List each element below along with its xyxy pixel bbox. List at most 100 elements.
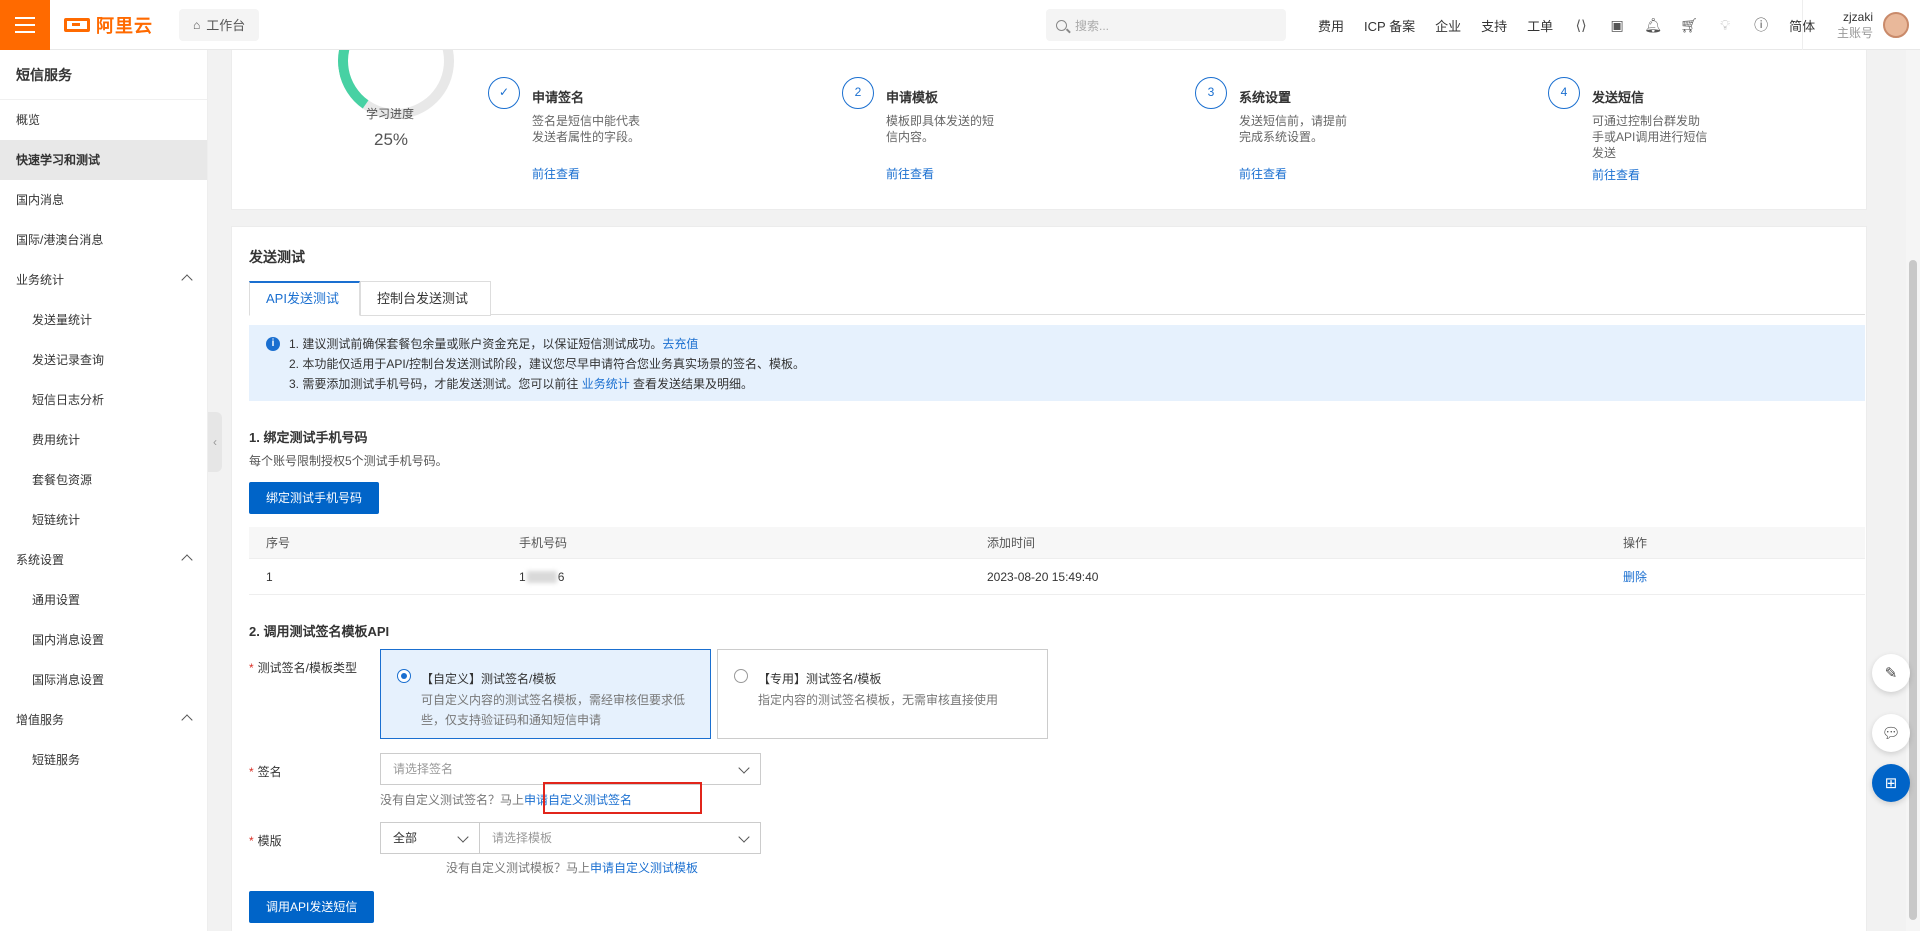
template-label-text: 模版	[257, 834, 282, 848]
option-title: 【自定义】测试签名/模板	[421, 672, 557, 686]
sidebar-item-12[interactable]: 通用设置	[0, 580, 207, 620]
bind-phone-button[interactable]: 绑定测试手机号码	[249, 482, 380, 514]
sign-select[interactable]: 请选择签名	[380, 753, 761, 785]
sign-hint-text: 没有自定义测试签名？马上	[380, 793, 525, 807]
help-icon[interactable]: ⓘ	[1753, 17, 1769, 33]
sidebar: 短信服务 概览 快速学习和测试 国内消息 国际/港澳台消息 业务统计 发送量统计 发送记录查…	[0, 50, 208, 931]
terminal-icon[interactable]: ▣	[1609, 17, 1625, 33]
cell-no: 1	[266, 569, 273, 584]
sidebar-item-3[interactable]: 国际/港澳台消息	[0, 220, 207, 260]
sidebar-item-label: 发送记录查询	[32, 353, 105, 367]
template-hint-text: 没有自定义测试模板？马上	[446, 861, 591, 875]
step-link[interactable]: 前往查看	[1592, 166, 1640, 183]
sidebar-group-15[interactable]: 增值服务	[0, 700, 207, 740]
phone-start: 1	[519, 569, 526, 584]
section-bind-phone-title: 1. 绑定测试手机号码	[249, 430, 368, 445]
option-desc: 指定内容的测试签名模板，无需审核直接使用	[758, 693, 999, 707]
recharge-link[interactable]: 去充值	[662, 337, 698, 351]
template-placeholder: 请选择模板	[492, 831, 553, 845]
step-number: 3	[1195, 77, 1227, 109]
col-header-time: 添加时间	[987, 536, 1036, 550]
top-nav-links: 费用 ICP 备案 企业 支持 工单 ⟨⟩ ▣ 🔔︎ 🛒︎ 💡︎ ⓘ 简体	[1308, 0, 1825, 50]
col-header-action: 操作	[1623, 536, 1648, 550]
workbench-button[interactable]: ⌂ 工作台	[179, 8, 260, 41]
cell-phone: 16	[519, 570, 564, 584]
apply-custom-template-link[interactable]: 申请自定义测试模板	[590, 861, 698, 875]
lightbulb-icon[interactable]: 💡︎	[1717, 17, 1733, 33]
sidebar-item-label: 通用设置	[32, 593, 81, 607]
nav-support[interactable]: 支持	[1481, 16, 1507, 35]
sidebar-item-label: 业务统计	[16, 273, 65, 287]
brand-name: 阿里云	[96, 15, 153, 36]
send-test-card: 发送测试 API发送测试 控制台发送测试 i 1. 建议测试前确保套餐包余量或账…	[231, 226, 1867, 931]
phone-end: 6	[557, 569, 565, 584]
chevron-down-icon	[738, 831, 750, 843]
avatar[interactable]	[1883, 12, 1910, 38]
nav-icp[interactable]: ICP 备案	[1364, 16, 1415, 35]
sidebar-item-8[interactable]: 费用统计	[0, 420, 207, 460]
cart-icon[interactable]: 🛒︎	[1680, 17, 1698, 33]
nav-fees[interactable]: 费用	[1318, 16, 1344, 35]
sign-placeholder: 请选择签名	[393, 762, 454, 776]
step-link[interactable]: 前往查看	[1239, 165, 1287, 182]
sidebar-group-4[interactable]: 业务统计	[0, 260, 207, 300]
cell-time: 2023-08-20 15:49:40	[987, 569, 1099, 584]
chat-icon[interactable]: 💬︎	[1872, 714, 1910, 752]
bell-icon[interactable]: 🔔︎	[1644, 17, 1662, 33]
page-scrollbar[interactable]	[1906, 50, 1920, 931]
sidebar-item-0[interactable]: 概览	[0, 100, 207, 140]
tab-console-test[interactable]: 控制台发送测试	[360, 281, 491, 316]
nav-ticket[interactable]: 工单	[1527, 16, 1553, 35]
tab-api-test[interactable]: API发送测试	[249, 281, 360, 316]
section-api-title: 2. 调用测试签名模板API	[249, 624, 390, 639]
option-desc: 可自定义内容的测试签名模板，需经审核但要求低些，仅支持验证码和通知短信申请	[421, 693, 686, 727]
delete-link[interactable]: 删除	[1623, 568, 1647, 585]
sidebar-item-14[interactable]: 国际消息设置	[0, 660, 207, 700]
col-header-phone: 手机号码	[519, 536, 568, 550]
sidebar-item-6[interactable]: 发送记录查询	[0, 340, 207, 380]
sidebar-item-16[interactable]: 短链服务	[0, 740, 207, 780]
sidebar-item-7[interactable]: 短信日志分析	[0, 380, 207, 420]
business-stats-link[interactable]: 业务统计	[582, 377, 630, 391]
chevron-down-icon	[457, 831, 469, 843]
sidebar-item-2[interactable]: 国内消息	[0, 180, 207, 220]
edit-icon[interactable]: ✎	[1872, 654, 1910, 692]
nav-enterprise[interactable]: 企业	[1435, 16, 1461, 35]
sidebar-item-9[interactable]: 套餐包资源	[0, 460, 207, 500]
table-row: 1 16 2023-08-20 15:49:40 删除	[249, 559, 1865, 595]
sidebar-group-11[interactable]: 系统设置	[0, 540, 207, 580]
send-api-sms-button[interactable]: 调用API发送短信	[249, 891, 375, 923]
sidebar-item-5[interactable]: 发送量统计	[0, 300, 207, 340]
user-menu[interactable]: zjzaki 主账号	[1802, 0, 1920, 50]
search-input[interactable]: 搜索...	[1046, 9, 1286, 41]
apps-icon[interactable]: ⊞	[1872, 764, 1910, 802]
code-icon[interactable]: ⟨⟩	[1573, 17, 1589, 33]
step-check-icon: ✓	[488, 77, 520, 109]
step-link[interactable]: 前往查看	[886, 165, 934, 182]
radio-unselected[interactable]	[734, 669, 748, 683]
sidebar-item-label: 国际消息设置	[32, 673, 105, 687]
chevron-up-icon	[181, 714, 193, 726]
template-select[interactable]: 请选择模板	[479, 822, 761, 854]
radio-selected[interactable]	[397, 669, 411, 683]
aliyun-logo[interactable]: 阿里云	[64, 12, 153, 38]
sidebar-item-1[interactable]: 快速学习和测试	[0, 140, 207, 180]
sidebar-item-label: 短信日志分析	[32, 393, 105, 407]
sidebar-collapse-handle[interactable]: ‹	[208, 412, 222, 472]
redacted-phone-mask	[526, 571, 557, 584]
notice-line-3-end: 查看发送结果及明细。	[629, 377, 754, 391]
notice-line-3: 3. 需要添加测试手机号码，才能发送测试。您可以前往	[289, 377, 582, 391]
sidebar-item-10[interactable]: 短链统计	[0, 500, 207, 540]
notice-line-1: 1. 建议测试前确保套餐包余量或账户资金充足，以保证短信测试成功。	[289, 337, 663, 351]
option-title: 【专用】测试签名/模板	[758, 672, 882, 686]
step-title: 发送短信	[1592, 90, 1645, 105]
dedicated-type-option[interactable]: 【专用】测试签名/模板 指定内容的测试签名模板，无需审核直接使用	[717, 649, 1048, 739]
highlight-box	[543, 782, 702, 814]
sidebar-item-13[interactable]: 国内消息设置	[0, 620, 207, 660]
custom-type-option[interactable]: 【自定义】测试签名/模板 可自定义内容的测试签名模板，需经审核但要求低些，仅支持…	[380, 649, 711, 739]
template-hint: 没有自定义测试模板？马上申请自定义测试模板	[446, 859, 698, 876]
template-scope-select[interactable]: 全部	[380, 822, 480, 854]
scrollbar-thumb[interactable]	[1909, 260, 1917, 920]
step-link[interactable]: 前往查看	[532, 165, 580, 182]
menu-icon[interactable]	[0, 0, 50, 50]
